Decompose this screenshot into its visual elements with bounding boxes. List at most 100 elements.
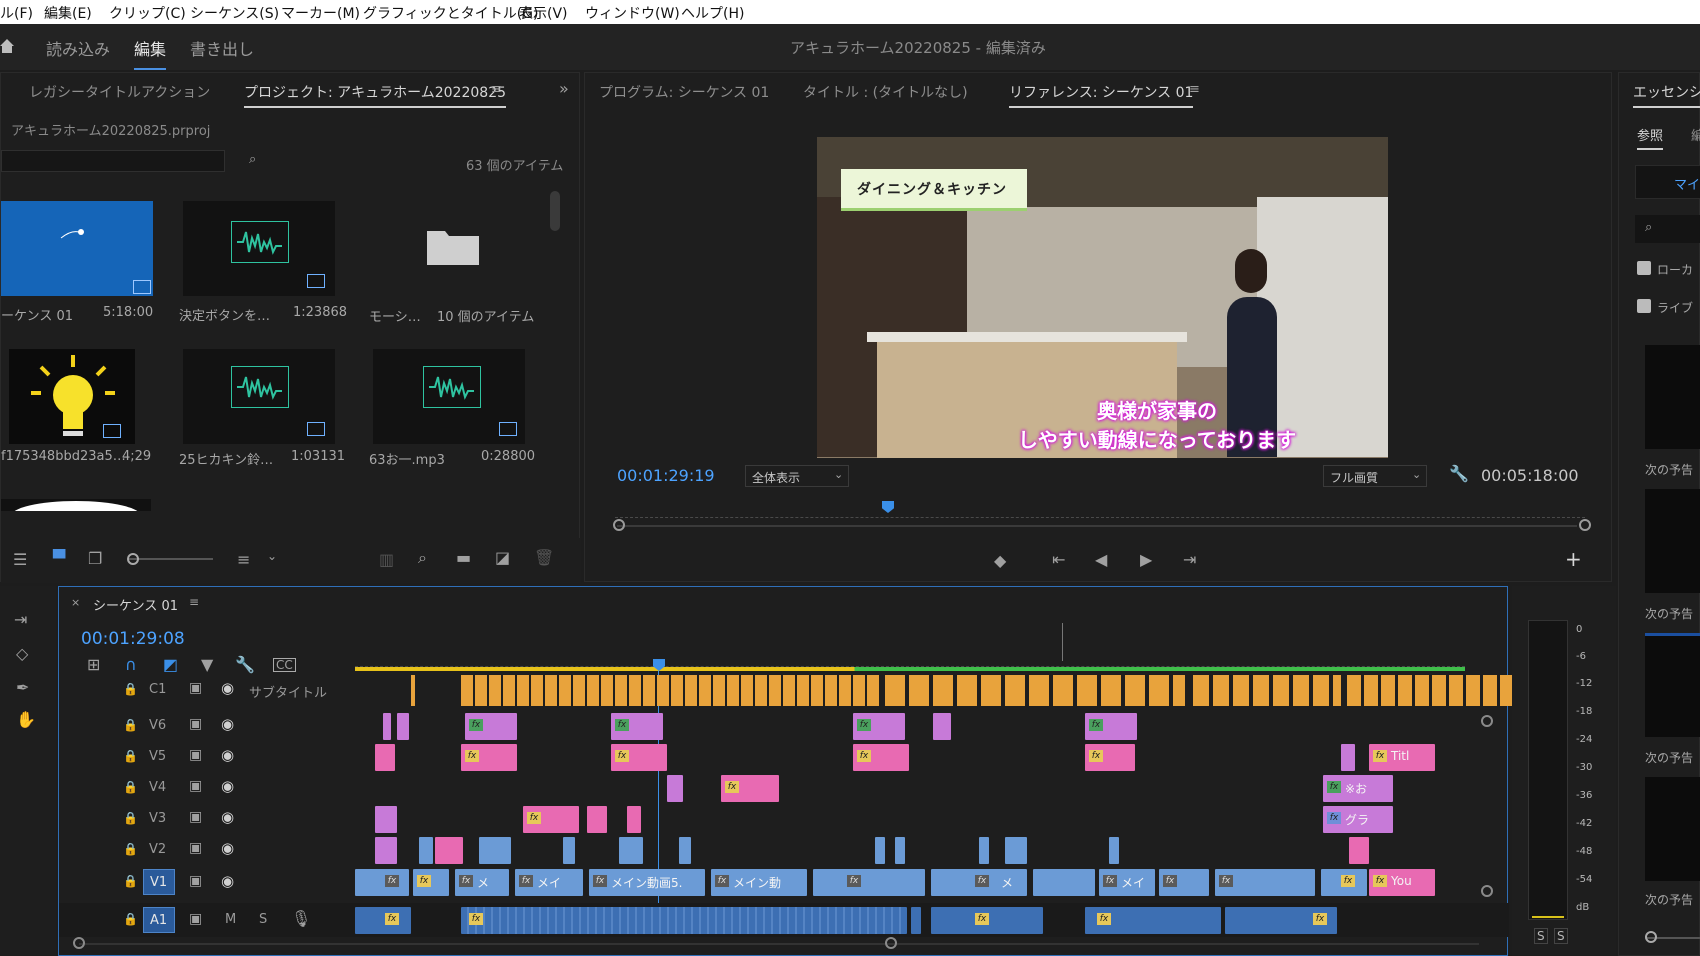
clip[interactable] — [375, 744, 395, 771]
clip[interactable]: fx You — [1369, 869, 1435, 896]
clip[interactable]: fx Titl — [1369, 744, 1435, 771]
clip[interactable]: fx — [465, 713, 517, 740]
clip[interactable] — [383, 713, 391, 740]
captions-icon[interactable]: CC — [273, 658, 296, 672]
scroll-handle-right[interactable] — [1579, 519, 1591, 531]
fit-dropdown[interactable]: 全体表示 ⌄ — [745, 465, 849, 487]
solo-button[interactable]: S — [259, 912, 267, 927]
step-forward-icon[interactable]: ▶ — [1140, 552, 1152, 568]
hscroll-handle-left[interactable] — [73, 937, 85, 949]
time-ruler[interactable] — [615, 508, 1585, 518]
hscroll-handle-right[interactable] — [885, 937, 897, 949]
new-item-icon[interactable]: ◪ — [495, 550, 510, 566]
clip[interactable]: fx メイ — [515, 869, 583, 896]
clip[interactable]: fx — [853, 744, 909, 771]
sort-icon[interactable]: ≡ — [237, 552, 250, 568]
audio-clip[interactable]: fx — [931, 907, 1043, 934]
sync-lock-icon[interactable]: ▣ — [189, 874, 202, 888]
template-thumbnail[interactable] — [1645, 489, 1700, 593]
video-frame[interactable]: ダイニング＆キッチン 奥様が家事の しやすい動線になっております — [817, 137, 1388, 458]
audio-clip[interactable]: fx — [461, 907, 907, 934]
panel-menu-icon[interactable]: ≡ — [1189, 83, 1200, 96]
clip[interactable] — [1033, 869, 1095, 896]
nest-icon[interactable]: ⊞ — [87, 657, 100, 673]
sync-lock-icon[interactable]: ▣ — [189, 810, 202, 824]
menu-marker[interactable]: マーカー(M) — [281, 3, 360, 23]
home-icon[interactable] — [0, 38, 14, 54]
eye-icon[interactable]: ◉ — [221, 810, 234, 825]
menu-clip[interactable]: クリップ(C) — [109, 3, 186, 23]
menu-edit[interactable]: 編集(E) — [44, 3, 92, 23]
clip[interactable] — [979, 837, 989, 864]
lock-icon[interactable]: 🔒 — [123, 719, 138, 731]
clip[interactable]: fx — [413, 869, 449, 896]
lock-icon[interactable]: 🔒 — [123, 812, 138, 824]
clip[interactable] — [875, 837, 885, 864]
clip[interactable]: fx メ — [931, 869, 1027, 896]
track-target-a1[interactable]: A1 — [143, 907, 175, 933]
eye-icon[interactable]: ◉ — [221, 874, 234, 889]
search-input[interactable] — [1, 150, 225, 172]
time-ruler[interactable] — [355, 653, 1465, 667]
sync-lock-icon[interactable]: ▣ — [189, 681, 202, 695]
size-slider-handle[interactable] — [1645, 931, 1657, 943]
list-view-icon[interactable]: ☰ — [13, 552, 27, 568]
tab-import[interactable]: 読み込み — [46, 36, 110, 60]
clip[interactable] — [563, 837, 575, 864]
vscroll-handle-top[interactable] — [1481, 715, 1493, 727]
clip[interactable] — [895, 837, 905, 864]
wrench-icon[interactable]: 🔧 — [1449, 466, 1469, 482]
clip[interactable]: fx — [1215, 869, 1315, 896]
eye-icon[interactable]: ◉ — [221, 717, 234, 732]
tab-legacy-title[interactable]: レガシータイトルアクション — [29, 82, 210, 102]
audio-clip[interactable]: fx — [1225, 907, 1337, 934]
clip[interactable] — [627, 806, 641, 833]
eye-icon[interactable]: ◉ — [221, 841, 234, 856]
lock-icon[interactable]: 🔒 — [123, 683, 138, 695]
lock-icon[interactable]: 🔒 — [123, 913, 138, 925]
checkbox-library[interactable] — [1637, 299, 1651, 313]
template-thumbnail[interactable] — [1645, 345, 1700, 449]
menu-file[interactable]: ル(F) — [0, 3, 33, 23]
audio-clip[interactable]: fx — [355, 907, 411, 934]
my-templates-button[interactable]: マイ — [1635, 165, 1700, 199]
settings-wrench-icon[interactable]: 🔧 — [235, 657, 255, 673]
clip[interactable]: fx メイン動画5. — [589, 869, 705, 896]
lock-icon[interactable]: 🔒 — [123, 843, 138, 855]
zoom-slider[interactable] — [129, 558, 213, 560]
solo-right-button[interactable]: S — [1554, 928, 1568, 944]
audio-thumbnail[interactable] — [183, 201, 335, 296]
menu-view[interactable]: 表示(V) — [519, 3, 568, 23]
eye-icon[interactable]: ◉ — [221, 748, 234, 763]
tab-title[interactable]: タイトル : (タイトルなし) — [803, 82, 968, 102]
clip[interactable]: fx メ — [455, 869, 509, 896]
razor-icon[interactable]: ◇ — [16, 646, 28, 662]
hand-icon[interactable]: ✋ — [16, 712, 36, 728]
quality-dropdown[interactable]: フル画質 ⌄ — [1323, 465, 1427, 487]
lock-icon[interactable]: 🔒 — [123, 875, 138, 887]
panel-menu-icon[interactable]: ≡ — [491, 83, 502, 96]
clip[interactable]: fx — [721, 775, 779, 802]
subtitle-clips[interactable] — [355, 675, 1575, 707]
clip[interactable]: fx — [853, 713, 905, 740]
clip[interactable] — [667, 775, 683, 802]
eye-icon[interactable]: ◉ — [221, 681, 234, 696]
template-thumbnail[interactable] — [1645, 633, 1700, 737]
menu-help[interactable]: ヘルプ(H) — [681, 3, 744, 23]
timeline-timecode[interactable]: 00:01:29:08 — [81, 629, 185, 649]
bin-thumbnail[interactable] — [373, 201, 525, 296]
image-thumbnail-partial[interactable] — [1, 499, 151, 511]
clip[interactable]: fx — [461, 744, 517, 771]
clip[interactable] — [435, 837, 463, 864]
linked-selection-icon[interactable]: ◩ — [163, 657, 178, 673]
go-to-out-icon[interactable]: ⇥ — [1183, 552, 1196, 568]
clip[interactable]: fx — [611, 713, 663, 740]
sync-lock-icon[interactable]: ▣ — [189, 912, 202, 926]
clip[interactable] — [375, 806, 397, 833]
sync-lock-icon[interactable]: ▣ — [189, 717, 202, 731]
template-thumbnail[interactable] — [1645, 777, 1700, 881]
expand-panels-icon[interactable]: » — [559, 81, 569, 97]
sequence-tab[interactable]: シーケンス 01 — [93, 595, 178, 614]
tab-program[interactable]: プログラム: シーケンス 01 — [599, 82, 769, 102]
timeline-hscroll[interactable] — [79, 943, 1479, 945]
